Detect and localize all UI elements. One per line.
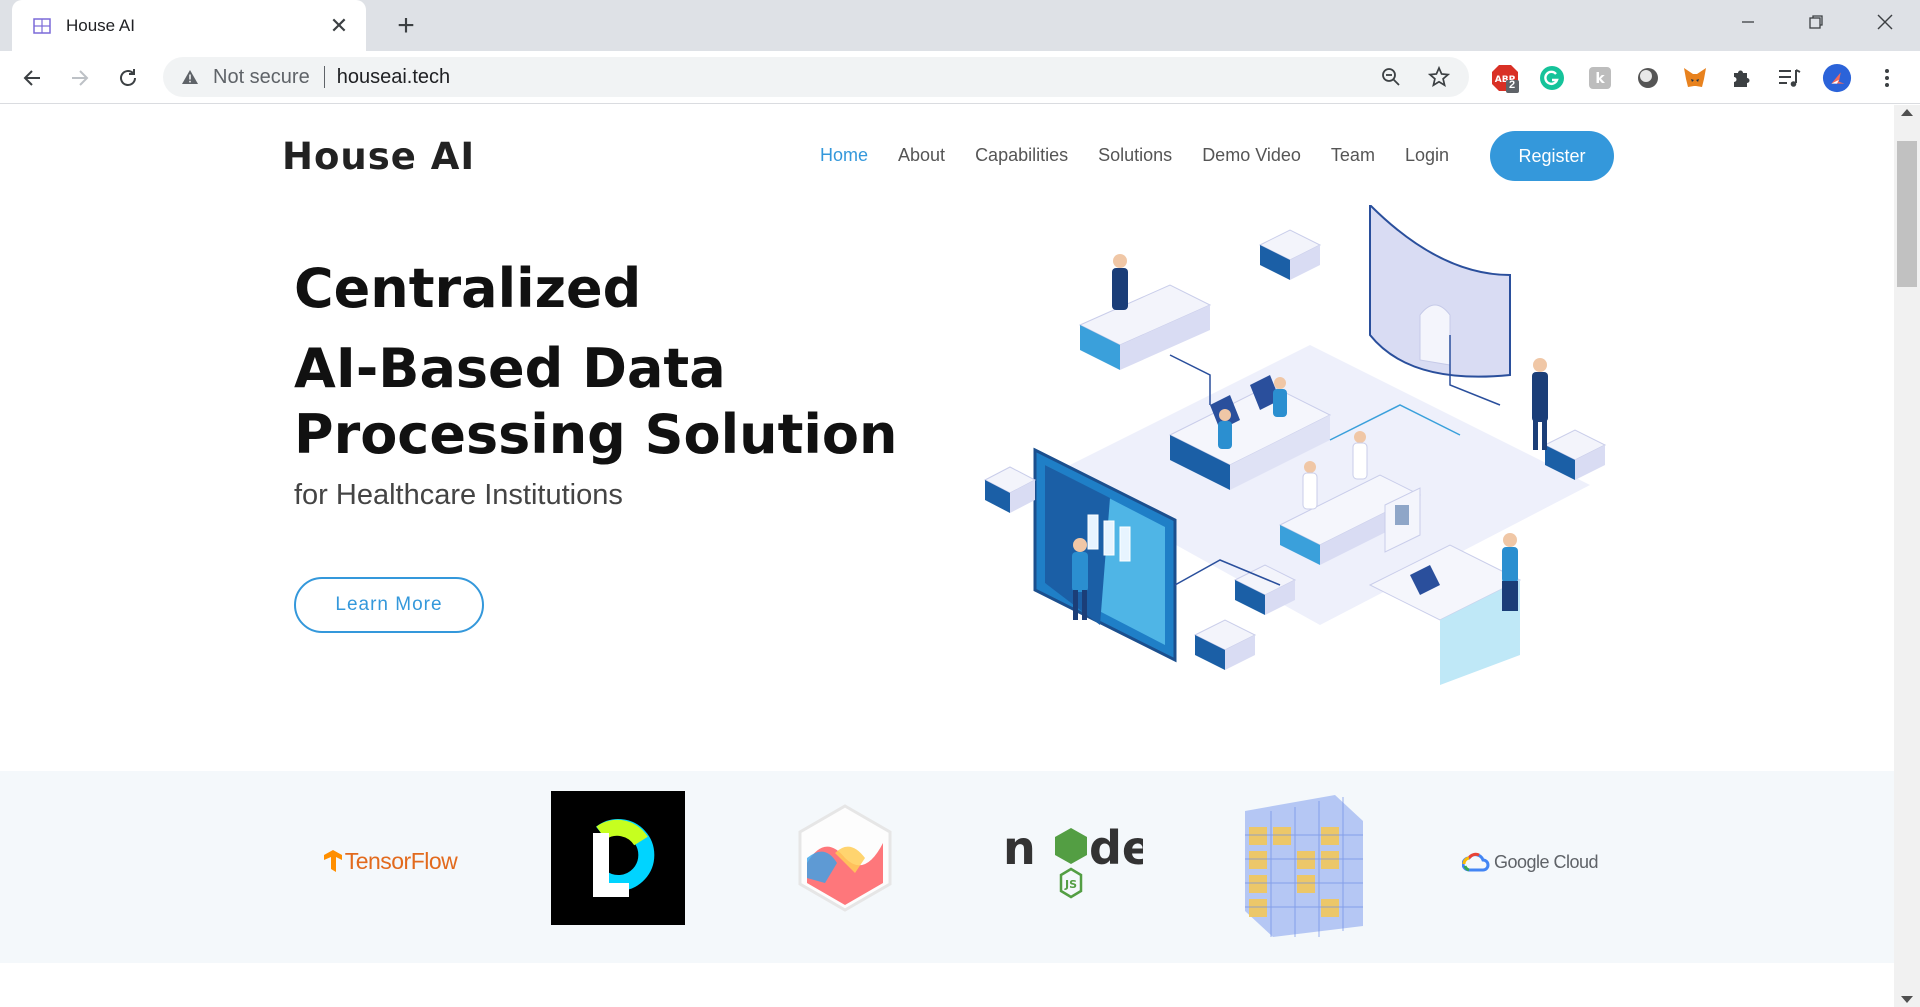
nav-team[interactable]: Team xyxy=(1331,145,1375,166)
chartjs-logo xyxy=(795,803,895,913)
metamask-fox-icon[interactable] xyxy=(1680,63,1710,93)
svg-text:k: k xyxy=(1595,71,1605,87)
tab-strip: House AI ✕ + xyxy=(0,0,1920,51)
tensorflow-wordmark: TensorFlow xyxy=(344,847,458,874)
adblock-extension-icon[interactable]: ABP 2 xyxy=(1490,63,1520,93)
server-cube xyxy=(983,466,1037,513)
security-status[interactable]: Not secure xyxy=(213,66,310,89)
learn-more-button[interactable]: Learn More xyxy=(294,577,484,633)
zoom-out-icon[interactable] xyxy=(1373,59,1409,95)
numpy-cube-logo xyxy=(1233,791,1369,939)
forward-icon[interactable] xyxy=(62,60,98,96)
technology-logos-strip: TensorFlow n de JS Google Cloud xyxy=(0,771,1894,963)
reload-icon[interactable] xyxy=(110,60,146,96)
person-figure xyxy=(1352,431,1368,480)
nodejs-logo: n de JS xyxy=(1003,819,1143,909)
new-tab-button[interactable]: + xyxy=(390,10,422,42)
google-cloud-logo: Google Cloud xyxy=(1460,845,1600,879)
tensorflow-logo: TensorFlow xyxy=(320,841,460,881)
minimize-icon[interactable] xyxy=(1718,0,1778,44)
browser-toolbar: Not secure houseai.tech ABP 2 k xyxy=(0,51,1920,104)
close-tab-icon[interactable]: ✕ xyxy=(326,13,352,39)
page-scrollbar[interactable] xyxy=(1894,105,1920,1007)
site-logo[interactable]: House AI xyxy=(282,135,475,178)
hero-heading-line-3: Processing Solution xyxy=(294,403,898,466)
person-figure xyxy=(1218,409,1232,449)
pipedream-logo xyxy=(551,791,685,925)
site-navigation: Home About Capabilities Solutions Demo V… xyxy=(820,145,1479,166)
person-figure xyxy=(1302,461,1318,510)
address-bar[interactable]: Not secure houseai.tech xyxy=(163,57,1469,97)
server-cube xyxy=(1258,229,1322,280)
person-figure xyxy=(1112,254,1128,310)
nav-demo-video[interactable]: Demo Video xyxy=(1202,145,1301,166)
hero-isometric-illustration xyxy=(983,205,1607,685)
nav-login[interactable]: Login xyxy=(1405,145,1449,166)
omnibox-divider xyxy=(323,66,325,88)
close-window-icon[interactable] xyxy=(1855,0,1915,44)
bookmark-star-icon[interactable] xyxy=(1421,59,1457,95)
hero-heading-line-1: Centralized xyxy=(294,257,642,320)
svg-text:n: n xyxy=(1003,821,1036,875)
register-button[interactable]: Register xyxy=(1490,131,1614,181)
svg-text:de: de xyxy=(1089,821,1143,875)
grammarly-extension-icon[interactable] xyxy=(1537,63,1567,93)
site-favicon-icon xyxy=(32,16,52,36)
url-text[interactable]: houseai.tech xyxy=(337,66,1373,89)
tab-title: House AI xyxy=(66,15,135,35)
page-viewport: House AI Home About Capabilities Solutio… xyxy=(0,105,1894,1007)
person-figure xyxy=(1532,358,1548,450)
media-controls-icon[interactable] xyxy=(1774,63,1804,93)
nav-solutions[interactable]: Solutions xyxy=(1098,145,1172,166)
extensions-puzzle-icon[interactable] xyxy=(1727,63,1757,93)
warning-icon[interactable] xyxy=(179,66,201,88)
nav-about[interactable]: About xyxy=(898,145,945,166)
person-figure xyxy=(1502,533,1518,611)
extension-circle-icon[interactable] xyxy=(1633,63,1663,93)
hero-heading-line-2: AI-Based Data xyxy=(294,337,726,400)
scrollbar-thumb[interactable] xyxy=(1897,141,1917,287)
scroll-up-arrow-icon[interactable] xyxy=(1901,109,1913,116)
browser-tab[interactable]: House AI ✕ xyxy=(12,0,366,51)
hero-subtitle: for Healthcare Institutions xyxy=(294,479,623,511)
scroll-down-arrow-icon[interactable] xyxy=(1901,996,1913,1003)
extension-k-icon[interactable]: k xyxy=(1585,63,1615,93)
adblock-badge: 2 xyxy=(1509,79,1516,91)
nav-home[interactable]: Home xyxy=(820,145,868,166)
network-line xyxy=(1169,354,1211,405)
browser-menu-icon[interactable] xyxy=(1872,63,1902,93)
restore-icon[interactable] xyxy=(1786,0,1846,44)
google-cloud-wordmark: Google Cloud xyxy=(1493,851,1599,872)
person-figure xyxy=(1273,377,1287,417)
server-cube xyxy=(1193,619,1257,670)
nodejs-js-text: JS xyxy=(1064,878,1077,891)
back-icon[interactable] xyxy=(14,60,50,96)
nav-capabilities[interactable]: Capabilities xyxy=(975,145,1068,166)
profile-avatar[interactable] xyxy=(1822,63,1852,93)
